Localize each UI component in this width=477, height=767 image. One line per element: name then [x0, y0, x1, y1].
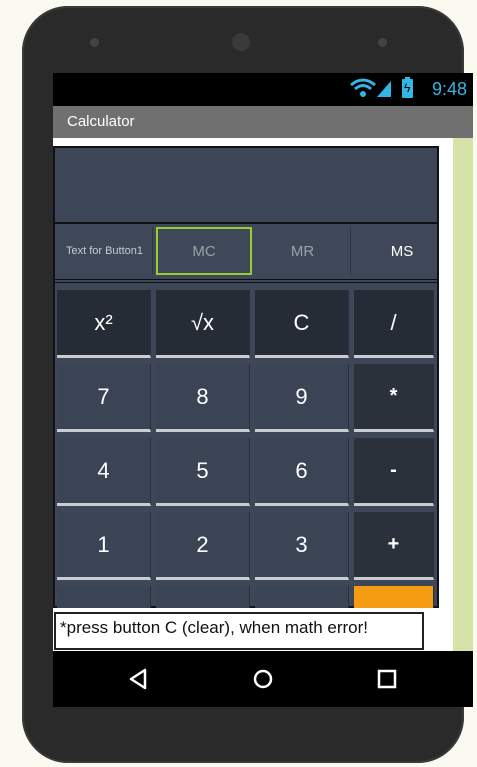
navigation-bar [53, 651, 473, 707]
status-bar: ϟ 9:48 [53, 73, 473, 106]
screen: ϟ 9:48 Calculator Text for Button1 MC MR… [53, 73, 473, 707]
equals-button[interactable] [354, 586, 434, 608]
digit-4-button[interactable]: 4 [57, 438, 151, 506]
minus-button[interactable]: - [354, 438, 434, 506]
camera-icon [378, 38, 387, 47]
clear-button[interactable]: C [255, 290, 349, 358]
bottom-row-button-2[interactable] [156, 586, 250, 608]
calculator-panel: Text for Button1 MC MR MS x² √x C / 7 8 … [53, 146, 439, 608]
app-title-bar: Calculator [53, 106, 473, 138]
side-bar [453, 138, 473, 651]
battery-icon: ϟ [402, 77, 413, 98]
hint-label: *press button C (clear), when math error… [54, 612, 424, 650]
calculator-display [55, 148, 437, 224]
mr-button[interactable]: MR [255, 227, 351, 275]
divide-button[interactable]: / [354, 290, 434, 358]
mc-button[interactable]: MC [156, 227, 252, 275]
memory-row: Text for Button1 MC MR MS [55, 224, 437, 283]
digit-8-button[interactable]: 8 [156, 364, 250, 432]
back-icon[interactable] [125, 665, 153, 693]
phone-bottom-bezel [22, 707, 464, 763]
digit-9-button[interactable]: 9 [255, 364, 349, 432]
sqrt-button[interactable]: √x [156, 290, 250, 358]
digit-5-button[interactable]: 5 [156, 438, 250, 506]
digit-7-button[interactable]: 7 [57, 364, 151, 432]
phone-top-bezel [22, 6, 464, 66]
ms-button[interactable]: MS [354, 227, 450, 275]
recents-icon[interactable] [373, 665, 401, 693]
app-title: Calculator [67, 113, 135, 130]
phone-frame: ϟ 9:48 Calculator Text for Button1 MC MR… [22, 6, 473, 763]
digit-1-button[interactable]: 1 [57, 512, 151, 580]
wifi-signal-icon [350, 78, 391, 97]
digit-2-button[interactable]: 2 [156, 512, 250, 580]
text-for-button1[interactable]: Text for Button1 [57, 227, 153, 275]
multiply-button[interactable]: * [354, 364, 434, 432]
home-icon[interactable] [249, 665, 277, 693]
speaker-icon [232, 33, 250, 51]
digit-6-button[interactable]: 6 [255, 438, 349, 506]
digit-3-button[interactable]: 3 [255, 512, 349, 580]
sensor-icon [90, 38, 99, 47]
status-time: 9:48 [431, 79, 467, 99]
bottom-row-button-3[interactable] [255, 586, 349, 608]
bottom-row-button-1[interactable] [57, 586, 151, 608]
keypad: x² √x C / 7 8 9 * 4 5 6 - 1 2 3 + [55, 284, 437, 608]
square-button[interactable]: x² [57, 290, 151, 358]
plus-button[interactable]: + [354, 512, 434, 580]
